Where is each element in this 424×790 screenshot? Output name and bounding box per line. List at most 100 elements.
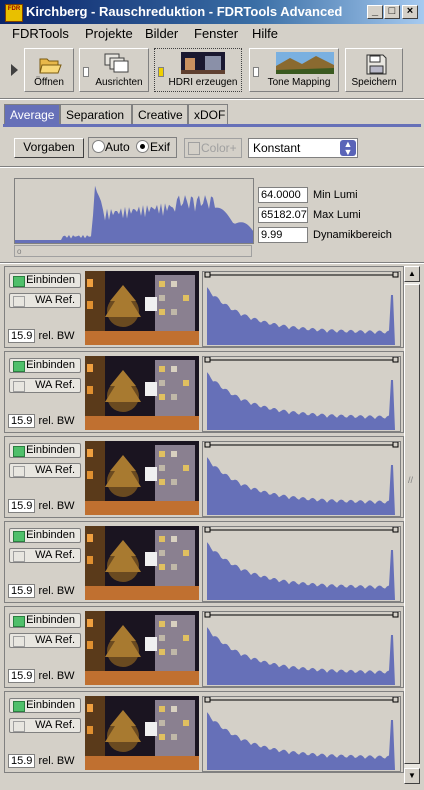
tab-separation[interactable]: Separation [60,104,132,124]
wa-ref-toggle[interactable]: WA Ref. [9,378,81,393]
mode-select[interactable]: Konstant ▲ ▼ [248,138,358,158]
image-thumbnail[interactable] [85,271,199,345]
app-icon[interactable]: FDR [5,4,23,22]
window-title: Kirchberg - Rauschreduktion - FDRTools A… [26,4,343,19]
image-row: Einbinden WA Ref. 15.9 rel. BW [4,606,404,688]
histogram-range-slider[interactable]: o [14,245,252,257]
histogram-separator [0,262,424,264]
menu-fenster[interactable]: Fenster [194,26,238,41]
slider-knob-icon[interactable]: o [17,247,21,256]
image-thumbnail[interactable] [85,696,199,770]
include-toggle[interactable]: Einbinden [9,613,81,628]
auto-label: Auto [105,140,130,154]
exif-radio[interactable] [136,140,149,153]
floppy-disk-icon [366,54,387,75]
image-thumbnail[interactable] [85,356,199,430]
scroll-up-arrow-icon[interactable]: ▲ [404,266,420,282]
defaults-button[interactable]: Vorgaben [14,138,84,158]
max-lumi-field[interactable]: 65182.07 [258,207,308,223]
include-toggle[interactable]: Einbinden [9,443,81,458]
bw-value[interactable]: 15.9 [8,499,36,513]
include-label: Einbinden [26,444,75,456]
bw-value[interactable]: 15.9 [8,414,36,428]
include-label: Einbinden [26,359,75,371]
image-thumbnail[interactable] [85,526,199,600]
wa-ref-toggle[interactable]: WA Ref. [9,548,81,563]
image-thumbnail[interactable] [85,611,199,685]
relative-brightness: 15.9 rel. BW [8,414,75,428]
colorplus-toggle[interactable]: Color+ [184,138,242,158]
include-indicator [13,616,25,627]
hdri-button[interactable]: HDRI erzeugen [154,48,242,92]
min-lumi-field[interactable]: 64.0000 [258,187,308,203]
align-layers-icon [104,53,129,73]
include-toggle[interactable]: Einbinden [9,528,81,543]
image-histogram-graph [204,611,399,685]
tab-average[interactable]: Average [4,104,60,124]
menu-projekte[interactable]: Projekte [85,26,133,41]
maximize-button[interactable]: □ [384,5,400,19]
wa-ref-label: WA Ref. [35,464,75,476]
wa-ref-indicator [13,466,25,477]
image-histogram-graph [204,696,399,770]
include-toggle[interactable]: Einbinden [9,698,81,713]
bw-value[interactable]: 15.9 [8,584,36,598]
include-toggle[interactable]: Einbinden [9,273,81,288]
image-row: Einbinden WA Ref. 15.9 rel. BW [4,266,404,348]
open-button[interactable]: Öffnen [24,48,74,92]
image-histogram [202,356,401,432]
select-arrows-icon[interactable]: ▲ ▼ [340,140,356,157]
dynamic-range-field[interactable]: 9.99 [258,227,308,243]
hdri-image-icon [181,52,225,74]
image-list-scrollbar[interactable]: ▲ // ▼ [404,266,420,784]
bw-value[interactable]: 15.9 [8,669,36,683]
wa-ref-toggle[interactable]: WA Ref. [9,293,81,308]
bw-label: rel. BW [38,670,75,682]
wa-ref-toggle[interactable]: WA Ref. [9,463,81,478]
menu-hilfe[interactable]: Hilfe [252,26,278,41]
close-button[interactable]: × [402,5,418,19]
auto-radio[interactable] [92,140,105,153]
tab-xdof[interactable]: xDOF [188,104,228,124]
menu-bilder[interactable]: Bilder [145,26,178,41]
image-row: Einbinden WA Ref. 15.9 rel. BW [4,691,404,773]
exif-label: Exif [150,140,171,154]
bw-label: rel. BW [38,585,75,597]
toolbar-handle-icon[interactable] [11,64,18,76]
bw-label: rel. BW [38,500,75,512]
image-row: Einbinden WA Ref. 15.9 rel. BW [4,521,404,603]
menu-fdrtools[interactable]: FDRTools [12,26,69,41]
include-toggle[interactable]: Einbinden [9,358,81,373]
tab-creative[interactable]: Creative [132,104,188,124]
wa-ref-indicator [13,721,25,732]
image-histogram-graph [204,356,399,430]
wa-ref-toggle[interactable]: WA Ref. [9,718,81,733]
include-indicator [13,531,25,542]
align-button[interactable]: Ausrichten [79,48,149,92]
bw-value[interactable]: 15.9 [8,329,36,343]
wa-ref-indicator [13,551,25,562]
tab-underline [3,124,421,127]
title-bar[interactable]: FDR Kirchberg - Rauschreduktion - FDRToo… [0,0,424,24]
folder-open-icon [39,58,62,74]
scrollbar-thumb[interactable]: // [404,284,420,764]
wa-ref-toggle[interactable]: WA Ref. [9,633,81,648]
image-histogram [202,441,401,517]
tonemap-button[interactable]: Tone Mapping [249,48,339,92]
scroll-down-arrow-icon[interactable]: ▼ [404,768,420,784]
align-status-lamp [83,67,89,77]
wa-ref-label: WA Ref. [35,294,75,306]
colorplus-checkbox[interactable] [188,142,200,155]
image-row: Einbinden WA Ref. 15.9 rel. BW [4,436,404,518]
image-thumbnail[interactable] [85,441,199,515]
colorplus-label: Color+ [201,141,237,155]
include-indicator [13,276,25,287]
bw-label: rel. BW [38,415,75,427]
minimize-button[interactable]: _ [367,5,383,19]
include-indicator [13,446,25,457]
wa-ref-label: WA Ref. [35,634,75,646]
bw-value[interactable]: 15.9 [8,754,36,768]
wa-ref-label: WA Ref. [35,379,75,391]
save-button[interactable]: Speichern [345,48,403,92]
grip-icon: // [408,475,414,485]
